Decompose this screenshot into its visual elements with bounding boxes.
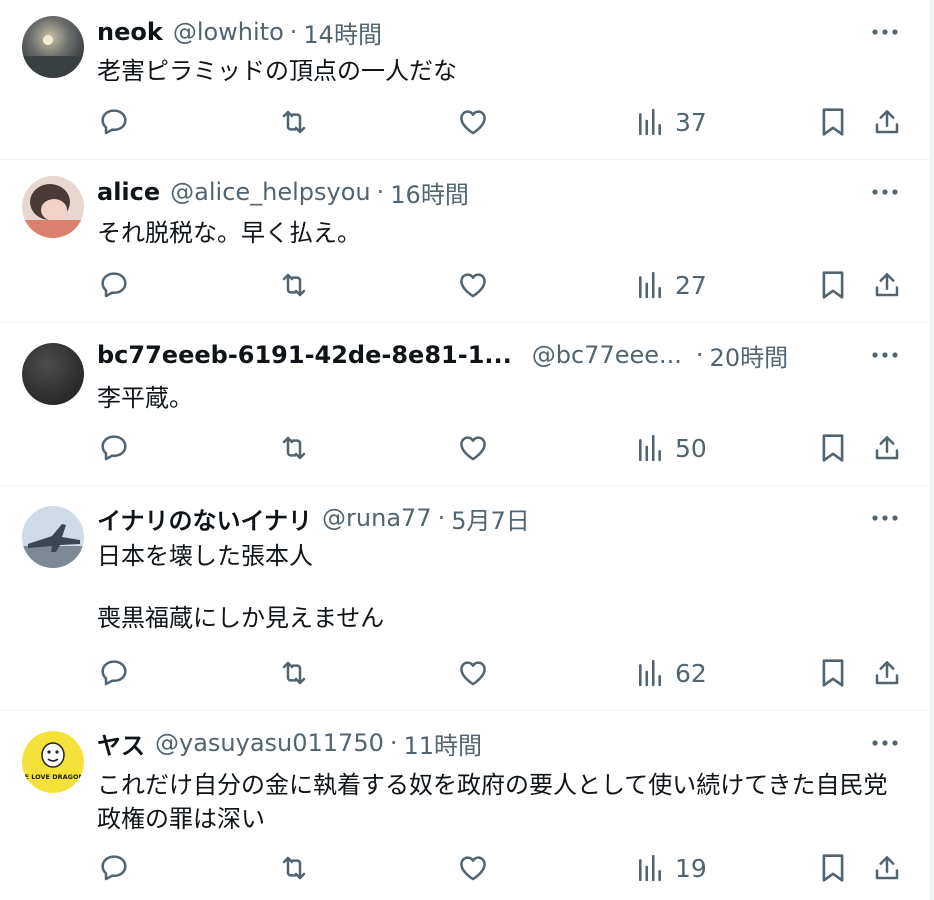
- repost-icon[interactable]: [277, 428, 311, 468]
- tweet-text: 老害ピラミッドの頂点の一人だな: [97, 57, 457, 85]
- timestamp[interactable]: 5月7日: [451, 501, 530, 536]
- repost-icon[interactable]: [277, 848, 311, 888]
- share-icon[interactable]: [872, 102, 902, 142]
- views-button[interactable]: 19: [637, 848, 707, 888]
- like-icon[interactable]: [457, 102, 489, 142]
- reply-icon[interactable]: [98, 848, 130, 888]
- more-icon[interactable]: [870, 180, 900, 204]
- views-count: 62: [675, 658, 707, 688]
- avatar[interactable]: [22, 343, 84, 405]
- views-count: 37: [675, 107, 707, 137]
- like-icon[interactable]: [457, 848, 489, 888]
- tweet[interactable]: イナリのないイナリ @runa77 · 5月7日 日本を壊した張本人 喪黒福蔵に…: [0, 486, 930, 711]
- dragons-logo-avatar-icon: WE LOVE DRAGONS: [22, 731, 84, 793]
- more-icon[interactable]: [870, 20, 900, 44]
- avatar[interactable]: WE LOVE DRAGONS: [22, 731, 84, 793]
- tweet[interactable]: WE LOVE DRAGONS ヤス @yasuyasu011750 · 11時…: [0, 711, 930, 900]
- views-button[interactable]: 37: [637, 102, 707, 142]
- bookmark-icon[interactable]: [820, 848, 846, 888]
- more-icon[interactable]: [870, 731, 900, 755]
- display-name[interactable]: ヤス: [97, 726, 145, 761]
- dark-circle-avatar-icon: [22, 343, 84, 405]
- views-icon: [639, 108, 661, 136]
- avatar[interactable]: [22, 16, 84, 78]
- action-bar: 37: [0, 102, 930, 142]
- tweet-text: これだけ自分の金に執着する奴を政府の要人として使い続けてきた自民党政権の罪は深い: [97, 771, 888, 833]
- reply-icon[interactable]: [98, 428, 130, 468]
- tweet[interactable]: alice @alice_helpsyou · 16時間 それ脱税な。早く払え。…: [0, 160, 930, 323]
- tweet[interactable]: bc77eeeb-6191-42de-8e81-1... @bc77eee...…: [0, 323, 930, 486]
- avatar[interactable]: [22, 506, 84, 568]
- handle[interactable]: @runa77: [322, 504, 432, 532]
- display-name[interactable]: neok: [97, 18, 163, 46]
- repost-icon[interactable]: [277, 102, 311, 142]
- action-bar: 27: [0, 265, 930, 305]
- display-name[interactable]: alice: [97, 178, 160, 206]
- tweet-header: イナリのないイナリ @runa77 · 5月7日: [97, 500, 904, 536]
- tweet-header: alice @alice_helpsyou · 16時間: [97, 174, 904, 210]
- like-icon[interactable]: [457, 428, 489, 468]
- views-icon: [639, 659, 661, 687]
- more-icon[interactable]: [870, 506, 900, 530]
- views-button[interactable]: 27: [637, 265, 707, 305]
- timestamp[interactable]: 20時間: [710, 338, 789, 373]
- avatar[interactable]: [22, 176, 84, 238]
- bookmark-icon[interactable]: [820, 653, 846, 693]
- separator: ·: [437, 504, 446, 532]
- tweet-header: ヤス @yasuyasu011750 · 11時間: [97, 725, 904, 761]
- handle[interactable]: @alice_helpsyou: [170, 178, 370, 206]
- like-icon[interactable]: [457, 653, 489, 693]
- share-icon[interactable]: [872, 265, 902, 305]
- views-icon: [639, 434, 661, 462]
- views-button[interactable]: 50: [637, 428, 707, 468]
- reply-icon[interactable]: [98, 102, 130, 142]
- action-bar: 19: [0, 848, 930, 888]
- separator: ·: [289, 18, 298, 46]
- more-icon[interactable]: [870, 343, 900, 367]
- reply-icon[interactable]: [98, 653, 130, 693]
- tweet-header: neok @lowhito · 14時間: [97, 14, 904, 50]
- views-count: 19: [675, 853, 707, 883]
- timestamp[interactable]: 14時間: [303, 15, 382, 50]
- avatar-logo-text: WE LOVE DRAGONS: [22, 773, 84, 781]
- night-sky-avatar-icon: [22, 16, 84, 78]
- tweet-text: 李平蔵。: [97, 384, 193, 412]
- views-icon: [639, 854, 661, 882]
- display-name[interactable]: イナリのないイナリ: [97, 501, 312, 536]
- views-count: 50: [675, 433, 707, 463]
- tweet-header: bc77eeeb-6191-42de-8e81-1... @bc77eee...…: [97, 337, 904, 373]
- timestamp[interactable]: 11時間: [404, 726, 483, 761]
- action-bar: 62: [0, 653, 930, 693]
- timestamp[interactable]: 16時間: [390, 175, 469, 210]
- reply-icon[interactable]: [98, 265, 130, 305]
- repost-icon[interactable]: [277, 265, 311, 305]
- separator: ·: [695, 341, 704, 369]
- share-icon[interactable]: [872, 848, 902, 888]
- tweet[interactable]: neok @lowhito · 14時間 老害ピラミッドの頂点の一人だな 37: [0, 0, 930, 160]
- tweet-text: それ脱税な。早く払え。: [97, 219, 361, 247]
- handle[interactable]: @lowhito: [173, 18, 284, 46]
- views-button[interactable]: 62: [637, 653, 707, 693]
- share-icon[interactable]: [872, 653, 902, 693]
- jet-aircraft-avatar-icon: [22, 506, 84, 568]
- handle[interactable]: @bc77eee...: [532, 341, 682, 369]
- bookmark-icon[interactable]: [820, 265, 846, 305]
- tweet-text: 日本を壊した張本人 喪黒福蔵にしか見えません: [97, 542, 385, 632]
- bookmark-icon[interactable]: [820, 102, 846, 142]
- views-count: 27: [675, 270, 707, 300]
- portrait-avatar-icon: [22, 176, 84, 238]
- bookmark-icon[interactable]: [820, 428, 846, 468]
- separator: ·: [389, 729, 398, 757]
- action-bar: 50: [0, 428, 930, 468]
- views-icon: [639, 271, 661, 299]
- share-icon[interactable]: [872, 428, 902, 468]
- handle[interactable]: @yasuyasu011750: [155, 729, 384, 757]
- display-name[interactable]: bc77eeeb-6191-42de-8e81-1...: [97, 341, 512, 369]
- scroll-edge: [930, 0, 934, 900]
- separator: ·: [376, 178, 385, 206]
- repost-icon[interactable]: [277, 653, 311, 693]
- like-icon[interactable]: [457, 265, 489, 305]
